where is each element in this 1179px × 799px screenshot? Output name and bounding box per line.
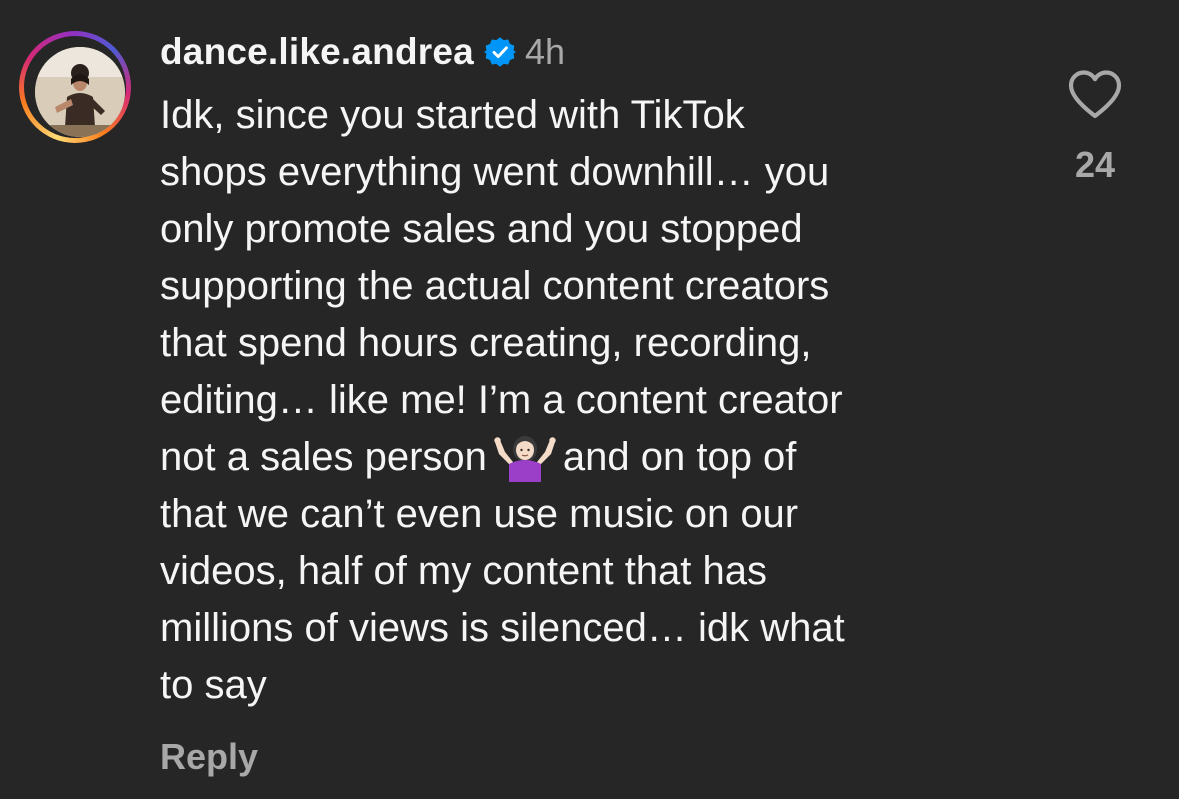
comment-line: videos, half of my content that has <box>160 549 768 593</box>
verified-badge-icon <box>483 36 516 68</box>
comment-line-part: and on top of <box>562 435 797 479</box>
comment-header: dance.like.andrea 4h <box>160 28 565 76</box>
heart-outline-icon[interactable] <box>1066 68 1124 120</box>
comment: dance.like.andrea 4h Idk, since you star… <box>0 0 1179 799</box>
story-ring[interactable] <box>19 31 131 143</box>
username[interactable]: dance.like.andrea <box>160 31 474 73</box>
comment-line: that we can’t even use music on our <box>160 492 799 536</box>
comment-line: Idk, since you started with TikTok <box>160 93 745 137</box>
like-count: 24 <box>1074 144 1116 185</box>
reply-button[interactable]: Reply <box>160 736 258 778</box>
avatar-ring-gap <box>24 36 126 138</box>
comment-line: editing… like me! I’m a content creator <box>160 378 843 422</box>
comment-line: supporting the actual content creators <box>160 264 830 308</box>
comment-body: Idk, since you started with TikTok shops… <box>160 87 1020 714</box>
comment-line: to say <box>160 663 267 707</box>
comment-timestamp: 4h <box>524 31 565 72</box>
avatar[interactable] <box>35 47 125 137</box>
comment-line: that spend hours creating, recording, <box>160 321 812 365</box>
comment-line-with-emoji: not a sales person and on top of <box>160 429 1020 486</box>
comment-line: millions of views is silenced… idk what <box>160 606 845 650</box>
woman-shrugging-emoji <box>493 432 557 482</box>
comment-line: only promote sales and you stopped <box>160 207 803 251</box>
comment-line-part: not a sales person <box>160 435 487 479</box>
comment-line: shops everything went downhill… you <box>160 150 830 194</box>
